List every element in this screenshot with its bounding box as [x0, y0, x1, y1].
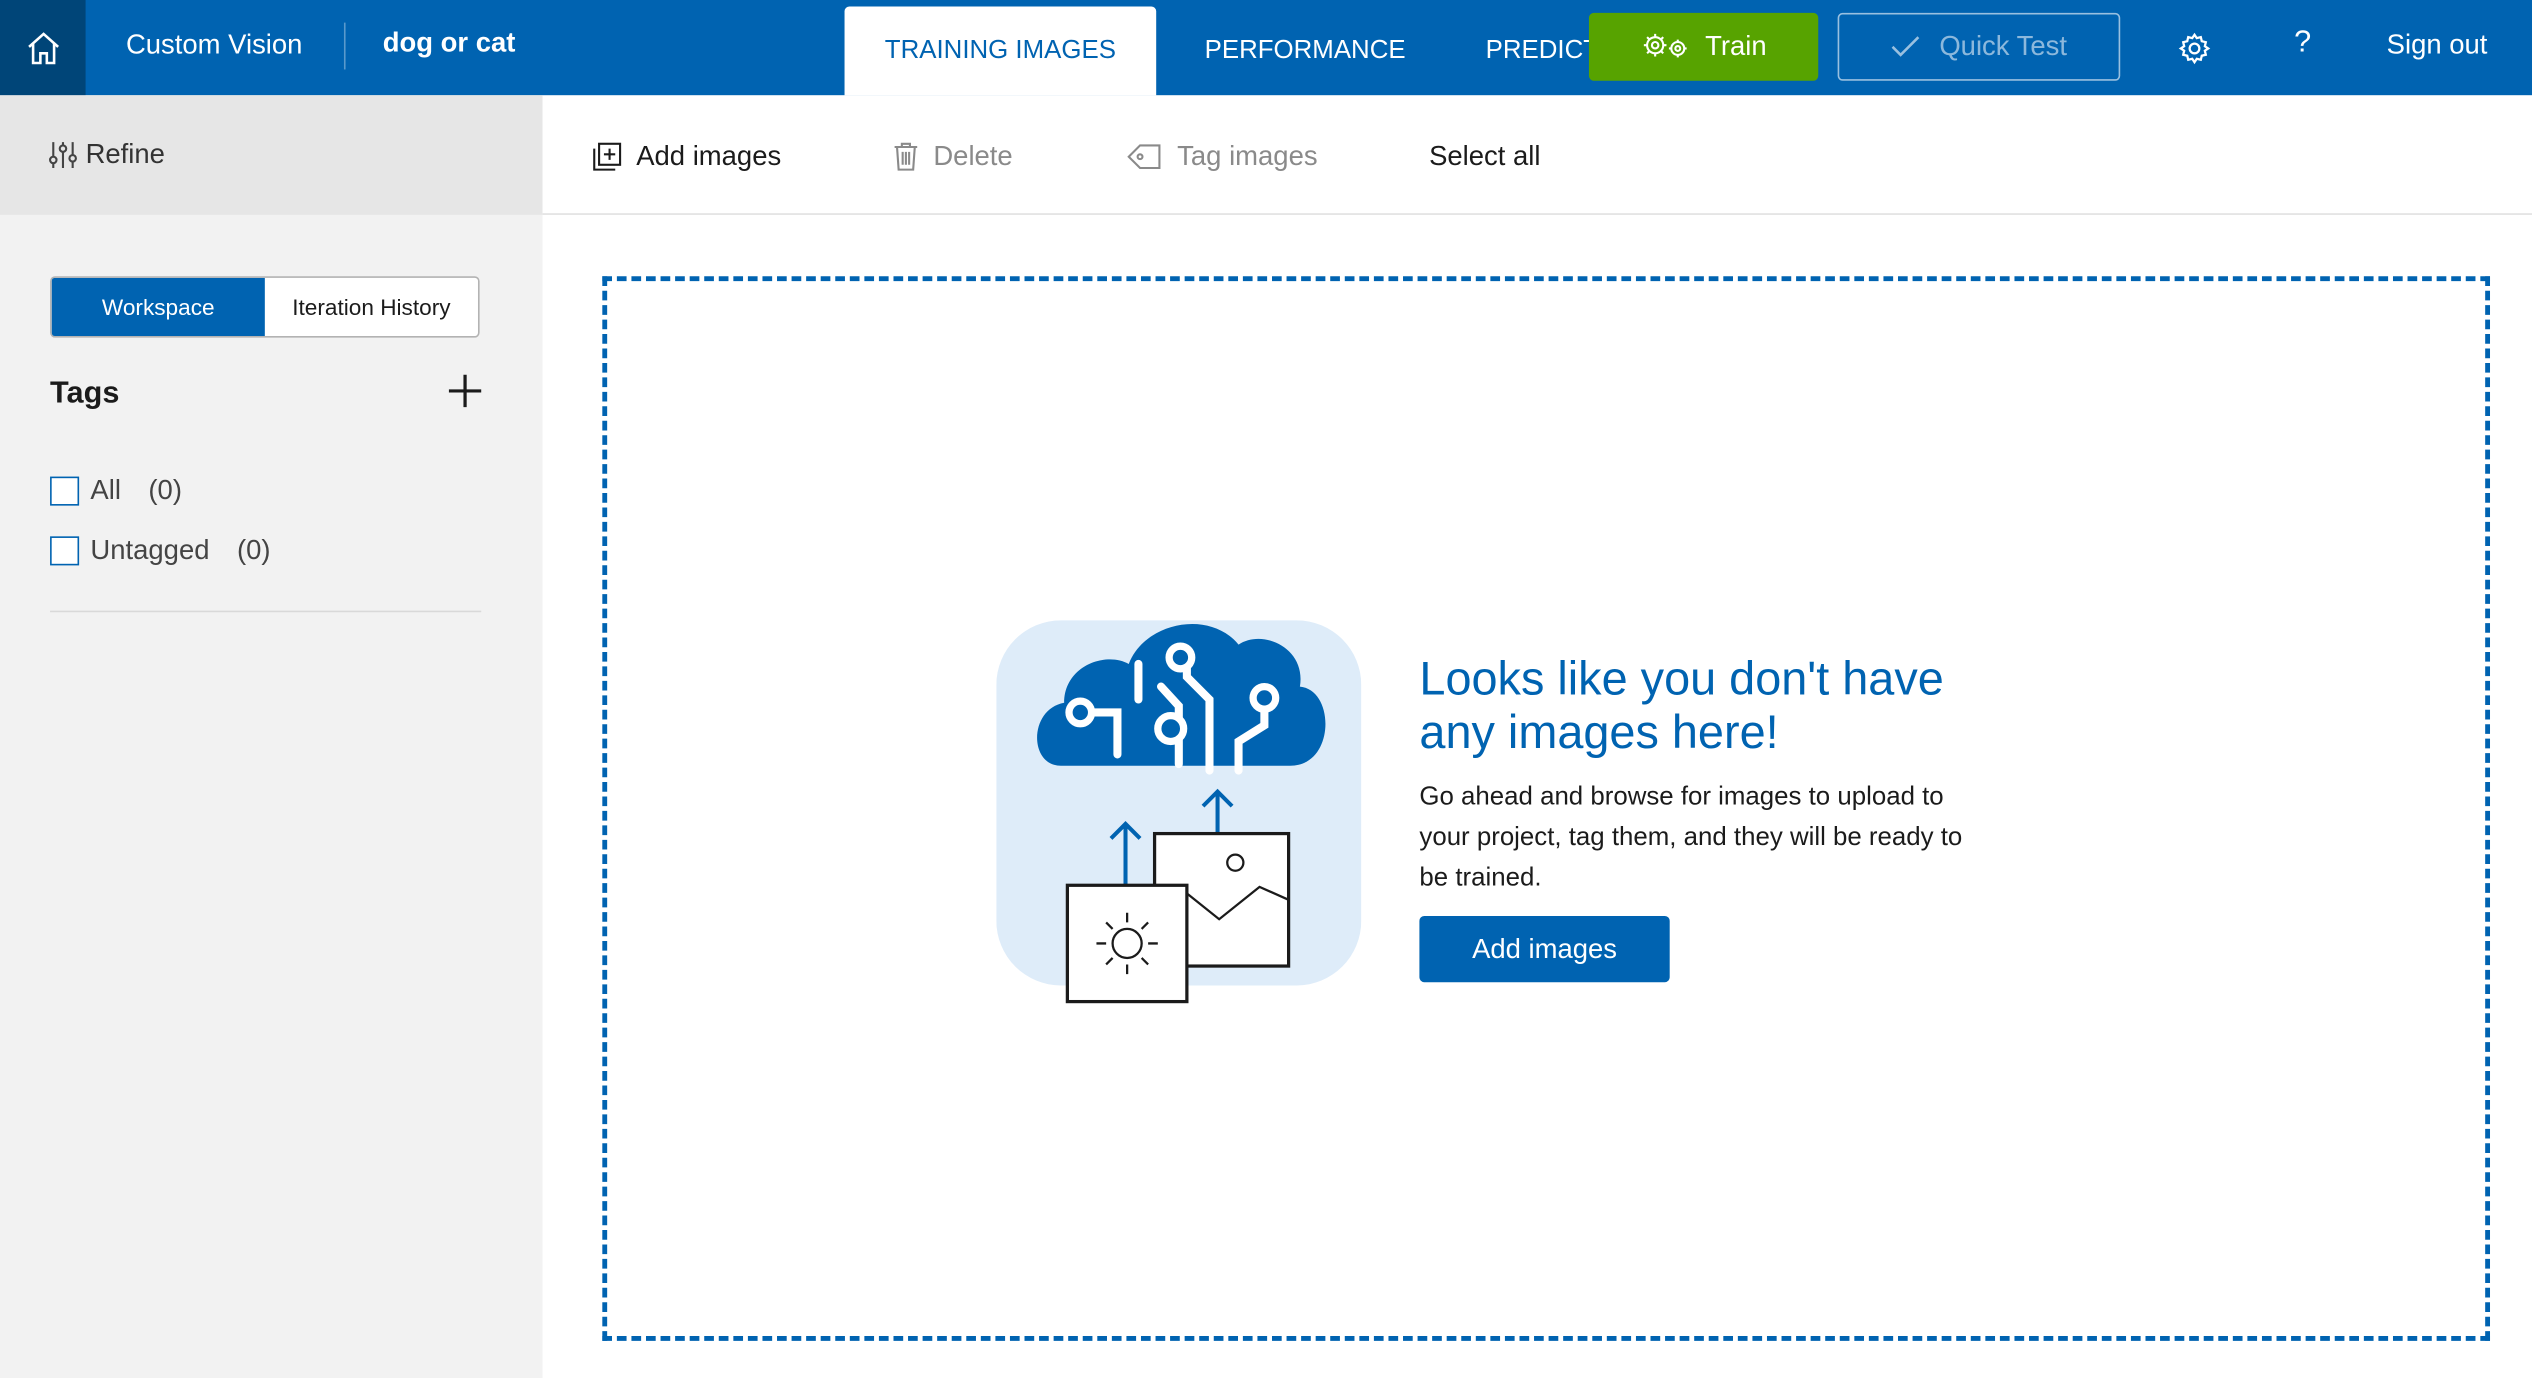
top-nav-bar: Custom Vision dog or cat TRAINING IMAGES… — [0, 0, 2532, 96]
tag-label: All — [90, 474, 121, 506]
home-button[interactable] — [0, 0, 86, 96]
app-title[interactable]: Custom Vision — [126, 29, 302, 61]
tag-count: (0) — [148, 474, 182, 506]
delete-button[interactable]: Delete — [893, 136, 1013, 178]
iteration-history-toggle[interactable]: Iteration History — [265, 278, 478, 336]
help-button[interactable]: ? — [2283, 26, 2322, 68]
tag-count: (0) — [236, 534, 271, 566]
tag-images-button[interactable]: Tag images — [1127, 136, 1318, 178]
view-toggle: Workspace Iteration History — [50, 276, 480, 338]
train-button[interactable]: Train — [1588, 12, 1819, 81]
tag-images-label: Tag images — [1177, 140, 1318, 172]
left-panel: Refine Workspace Iteration History Tags … — [0, 95, 543, 1378]
home-icon — [27, 31, 59, 64]
workspace-toggle[interactable]: Workspace — [51, 277, 265, 337]
quick-test-button[interactable]: Quick Test — [1837, 12, 2121, 81]
checkbox[interactable] — [50, 476, 80, 506]
settings-button[interactable] — [2174, 27, 2216, 69]
add-image-icon — [593, 142, 622, 171]
tag-filter-all[interactable]: All (0) — [50, 473, 182, 509]
tab-performance-label: PERFORMANCE — [1204, 36, 1406, 64]
train-label: Train — [1705, 30, 1767, 62]
select-all-button[interactable]: Select all — [1429, 136, 1540, 178]
custom-vision-page: Custom Vision dog or cat TRAINING IMAGES… — [0, 0, 2532, 1378]
add-images-label: Add images — [636, 140, 782, 172]
tab-predictions-label: PREDICT — [1485, 36, 1589, 64]
divider — [50, 610, 482, 613]
tab-performance[interactable]: PERFORMANCE — [1205, 6, 1406, 95]
empty-state-heading: Looks like you don't have any images her… — [1419, 654, 1944, 760]
tag-label: Untagged — [90, 534, 210, 566]
tab-training-images-label: TRAINING IMAGES — [884, 36, 1116, 64]
tab-predictions[interactable]: PREDICT — [1486, 6, 1589, 95]
tag-icon — [1127, 144, 1161, 170]
filter-sliders-icon — [49, 142, 77, 169]
empty-state-description: Go ahead and browse for images to upload… — [1419, 783, 1963, 892]
project-name[interactable]: dog or cat — [383, 27, 516, 59]
image-toolbar: Add images Delete Tag images Select all — [542, 95, 2532, 215]
tag-filter-untagged[interactable]: Untagged (0) — [50, 533, 271, 569]
checkmark-icon — [1891, 36, 1920, 57]
trash-icon — [894, 142, 918, 171]
title-divider — [343, 22, 346, 70]
refine-label: Refine — [85, 138, 165, 170]
add-images-button[interactable]: Add images — [1419, 915, 1670, 983]
tab-training-images[interactable]: TRAINING IMAGES — [844, 6, 1157, 96]
tags-heading: Tags — [50, 376, 120, 411]
refine-button[interactable]: Refine — [0, 95, 543, 215]
upload-images-illustration-icon — [996, 620, 1362, 1004]
add-images-toolbar-button[interactable]: Add images — [593, 136, 782, 178]
sign-out-link[interactable]: Sign out — [2387, 29, 2488, 61]
quick-test-label: Quick Test — [1939, 30, 2067, 62]
delete-label: Delete — [933, 140, 1013, 172]
add-tag-icon[interactable] — [444, 370, 486, 412]
checkbox[interactable] — [50, 536, 80, 566]
settings-gear-icon — [2178, 32, 2211, 65]
gears-icon — [1643, 33, 1687, 58]
